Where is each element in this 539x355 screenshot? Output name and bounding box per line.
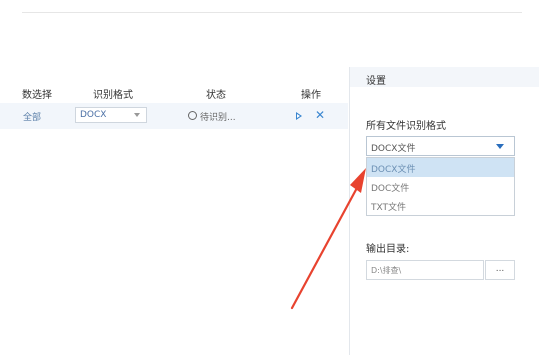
arrow-shaft [290, 184, 360, 310]
annotation-arrow-icon [290, 168, 366, 310]
arrow-head [350, 168, 366, 193]
